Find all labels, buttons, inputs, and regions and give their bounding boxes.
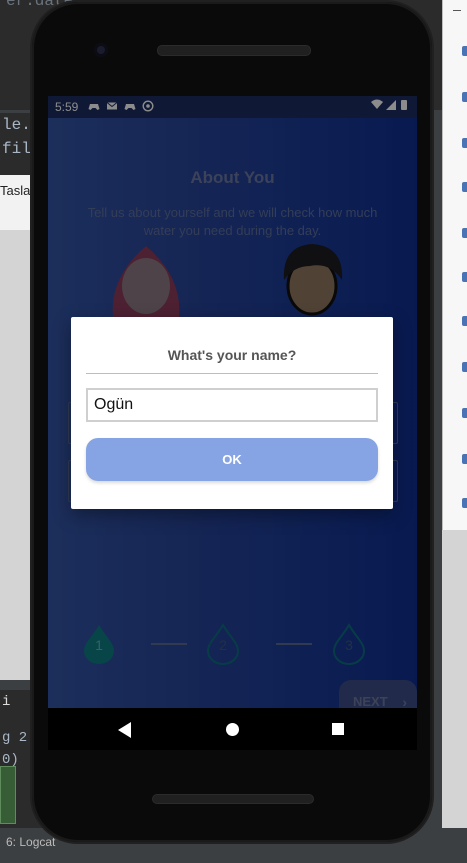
tool-icon[interactable] — [462, 316, 467, 326]
tool-icon[interactable] — [462, 454, 467, 464]
panel-glyph: i — [2, 694, 11, 710]
name-dialog: What's your name? OK — [71, 317, 393, 509]
tool-icon[interactable] — [462, 408, 467, 418]
earpiece-speaker — [157, 45, 311, 56]
dialog-divider — [86, 373, 378, 374]
home-icon[interactable] — [226, 723, 239, 736]
tool-icon[interactable] — [462, 498, 467, 508]
minimize-icon[interactable] — [453, 10, 461, 11]
tool-icon[interactable] — [462, 92, 467, 102]
bottom-speaker — [152, 794, 314, 804]
tool-icon[interactable] — [462, 228, 467, 238]
ok-button[interactable]: OK — [86, 438, 378, 481]
dialog-title: What's your name? — [167, 347, 297, 363]
tool-icon[interactable] — [462, 46, 467, 56]
ide-right-toolbar — [442, 0, 467, 530]
name-input[interactable] — [86, 388, 378, 422]
run-indicator — [0, 766, 16, 824]
front-camera — [94, 43, 108, 57]
phone-frame: 5:59 About You Tell us about yourself an… — [32, 2, 432, 842]
navigation-bar — [48, 708, 417, 750]
tool-icon[interactable] — [462, 182, 467, 192]
ide-right-panel — [442, 530, 467, 863]
back-icon[interactable] — [118, 722, 131, 738]
editor-tab-label: Tasla — [0, 183, 31, 198]
phone-screen: 5:59 About You Tell us about yourself an… — [48, 96, 417, 708]
tool-icon[interactable] — [462, 272, 467, 282]
recent-apps-icon[interactable] — [332, 723, 344, 735]
tool-icon[interactable] — [462, 362, 467, 372]
logcat-tab[interactable]: 6: Logcat — [6, 835, 55, 849]
tool-icon[interactable] — [462, 138, 467, 148]
log-line: g 2 — [2, 730, 28, 746]
